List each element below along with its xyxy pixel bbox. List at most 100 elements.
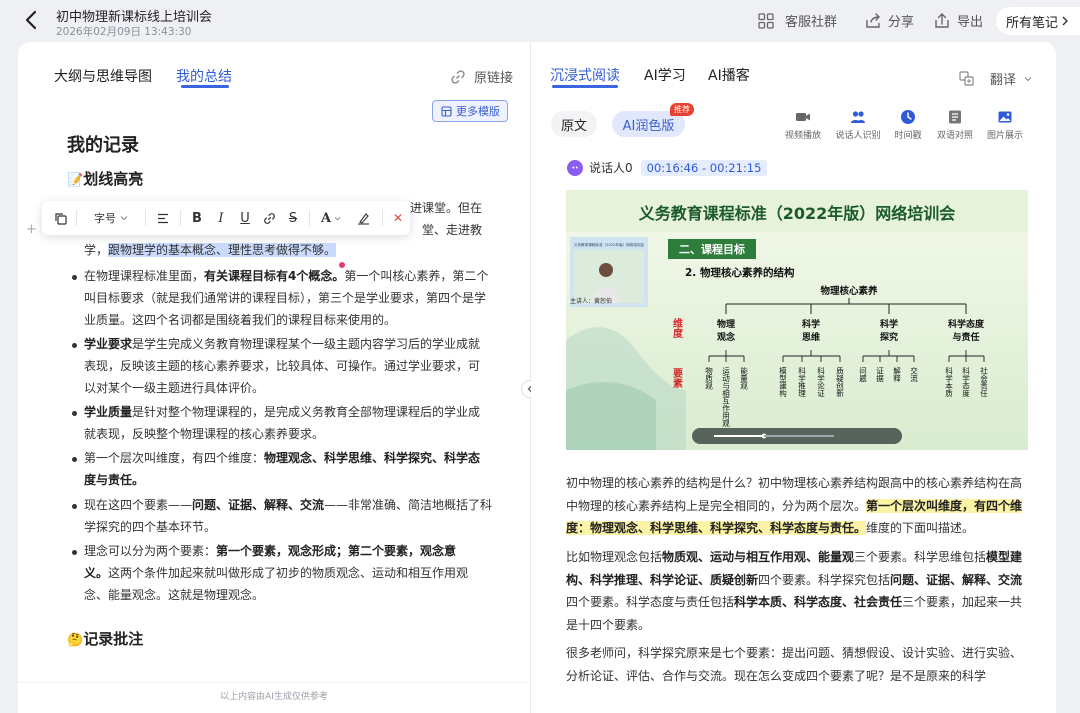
- transcript-paragraph-2: 比如物理观念包括物质观、运动与相互作用观、能量观三个要素。科学思维包括模型建构、…: [566, 546, 1032, 636]
- transcript-paragraph-3: 很多老师问，科学探究原来是七个要素：提出问题、猜想假设、设计实验、进行实验、分析…: [566, 646, 1023, 683]
- video-frame[interactable]: 义务教育课程标准（2022年版）网络培训会 义务教育课程标准（2022年版）网络…: [566, 190, 1028, 450]
- toolbar-separator: [309, 210, 310, 226]
- tab-ai-study[interactable]: AI学习: [644, 65, 686, 85]
- element-label: 运动与相互作用观: [721, 367, 730, 429]
- bullet-dot: [72, 411, 77, 416]
- italic-button[interactable]: I: [209, 201, 233, 235]
- para2-t2: 三个要素。科学思维包括: [854, 550, 987, 564]
- memo-emoji-icon: 📝: [67, 173, 84, 188]
- align-button[interactable]: [150, 201, 176, 235]
- link-button[interactable]: [257, 201, 281, 235]
- video-play-label: 视频播放: [784, 131, 821, 141]
- speaker-time-range[interactable]: 00:16:46 - 00:21:15: [640, 159, 768, 176]
- original-link-button[interactable]: 原链接: [450, 67, 513, 86]
- bullet1-line3: 业质量。这四个名词都是围绕着我们的课程目标来使用的。: [84, 313, 397, 327]
- share-button[interactable]: 分享: [864, 11, 914, 30]
- document-title: 初中物理新课标线上培训会: [56, 10, 213, 25]
- bilingual-tool[interactable]: 双语对照: [928, 109, 982, 141]
- para0-line1-tail: 进课堂。但在: [410, 201, 483, 215]
- back-arrow-icon[interactable]: [22, 10, 40, 30]
- speaker-name: 说话人0: [589, 161, 633, 175]
- element-label: 质疑创新: [835, 366, 844, 399]
- chevron-down-icon: [120, 216, 128, 221]
- presenter-caption: 主讲人：黄恕伯: [570, 297, 612, 305]
- dimension-label: 思维: [802, 331, 820, 343]
- section-label: 二、课程目标: [679, 242, 745, 256]
- bullet1-line1: 在物理课程标准里面，有关课程目标有4个概念。第一个叫核心素养，第二个: [84, 265, 488, 288]
- bold-icon: B: [192, 210, 202, 226]
- reading-panel: 沉浸式阅读 AI学习 AI播客 翻译 原文 AI润色版 推荐 视频播放 说话人识…: [531, 42, 1056, 713]
- more-templates-button[interactable]: 更多模版: [432, 100, 508, 122]
- dimension-row-label: 维度: [671, 317, 683, 339]
- bullet5-line2: 学探究的四个基本环节。: [84, 520, 217, 534]
- selected-text[interactable]: 跟物理学的基本概念、理性思考做得不够。: [108, 243, 337, 257]
- template-icon: [441, 105, 452, 117]
- speaker-id-tool[interactable]: 说话人识别: [831, 109, 885, 141]
- bullet2-line3: 以对某个一级主题进行具体评价。: [84, 381, 265, 395]
- element-label: 模型建构: [778, 366, 787, 399]
- add-block-icon[interactable]: +: [26, 222, 37, 237]
- community-button[interactable]: 客服社群: [757, 11, 837, 30]
- copy-icon: [54, 212, 67, 225]
- highlighter-icon: [357, 212, 369, 225]
- link-icon: [451, 69, 465, 84]
- original-link-label: 原链接: [474, 71, 514, 86]
- dimension-label: 科学: [880, 318, 898, 330]
- para2-t4: 四个要素。科学态度与责任包括: [566, 595, 735, 609]
- toolbar-separator: [76, 210, 77, 226]
- mini-slide-title: 义务教育课程标准（2022年版）网络培训会: [574, 242, 645, 247]
- dimension-label: 探究: [880, 331, 898, 343]
- image-view-tool[interactable]: 图片展示: [978, 109, 1032, 141]
- export-label: 导出: [957, 15, 984, 30]
- element-label: 证据: [875, 367, 884, 384]
- bullet-dot: [72, 550, 77, 555]
- dimension-label: 科学: [802, 318, 820, 330]
- bullet4-text: 第一个层次叫维度，有四个维度：: [84, 451, 265, 465]
- bullet2-text: 是学生完成义务教育物理课程某个一级主题内容学习后的学业成就: [132, 337, 481, 351]
- underline-button[interactable]: U: [233, 201, 257, 235]
- translate-dropdown[interactable]: 翻译: [959, 69, 1032, 88]
- top-bar: 初中物理新课标线上培训会 2026年02月09日 13:43:30 客服社群 分…: [0, 0, 1080, 42]
- bullet3-line2: 就表现，反映整个物理课程的核心素养要求。: [84, 427, 325, 441]
- export-button[interactable]: 导出: [933, 11, 983, 30]
- clear-format-button[interactable]: ✕: [387, 201, 409, 235]
- bullet3-bold: 学业质量: [84, 405, 133, 419]
- original-text-toggle[interactable]: 原文: [551, 111, 597, 137]
- strikethrough-icon: S: [288, 210, 298, 226]
- ai-disclaimer: 以上内容由AI生成仅供参考: [220, 692, 328, 702]
- tab-ai-podcast[interactable]: AI播客: [708, 65, 750, 85]
- recommended-badge: 推荐: [670, 103, 694, 116]
- tab-outline-mindmap[interactable]: 大纲与思维导图: [54, 66, 152, 86]
- tab-my-summary[interactable]: 我的总结: [176, 66, 232, 86]
- image-icon: [998, 111, 1012, 123]
- active-tab-indicator: [552, 85, 618, 88]
- bullet-dot: [72, 457, 77, 462]
- bullet5-text-c: ——非常准确、简洁地概括了科: [324, 498, 493, 512]
- thinking-emoji-icon: 🤔: [67, 633, 84, 648]
- highlighter-button[interactable]: [348, 201, 378, 235]
- font-size-dropdown[interactable]: 字号: [81, 201, 141, 235]
- text-color-button[interactable]: A: [314, 201, 348, 235]
- timestamp-label: 时间戳: [894, 131, 922, 141]
- copy-button[interactable]: [48, 201, 72, 235]
- all-notes-button[interactable]: 所有笔记: [996, 7, 1080, 35]
- strikethrough-button[interactable]: S: [281, 201, 305, 235]
- bullet1-bold: 有关课程目标有4个概念。: [204, 269, 345, 283]
- element-label: 社会责任: [979, 366, 988, 399]
- para2-b4: 科学本质、科学态度、社会责任: [734, 595, 903, 609]
- summary-panel: 大纲与思维导图 我的总结 原链接 更多模版 我的记录 📝划线高亮 进课堂。但在 …: [18, 42, 530, 713]
- para2-t3: 四个要素。科学探究包括: [758, 572, 891, 587]
- para0-line3-prefix: 学，: [84, 243, 109, 257]
- notes-heading-text: 记录批注: [83, 630, 144, 648]
- bold-button[interactable]: B: [185, 201, 209, 235]
- video-play-tool[interactable]: 视频播放: [776, 109, 830, 141]
- tab-immersive-reading[interactable]: 沉浸式阅读: [550, 65, 620, 85]
- bullet1-text-c: 第一个叫核心素养，第二个: [344, 269, 489, 283]
- bullet2-line1: 学业要求是学生完成义务教育物理课程某个一级主题内容学习后的学业成就: [84, 333, 480, 356]
- video-slide: 义务教育课程标准（2022年版）网络培训会 义务教育课程标准（2022年版）网络…: [566, 190, 1028, 450]
- bullet-dot: [72, 343, 77, 348]
- dimension-label: 与责任: [952, 331, 979, 343]
- video-banner-title: 义务教育课程标准（2022年版）网络培训会: [639, 204, 956, 223]
- timestamp-tool[interactable]: 时间戳: [881, 109, 935, 141]
- bullet2-line2: 表现，反映该主题的核心素养要求，比较具体、可操作。通过学业要求，可: [84, 359, 481, 373]
